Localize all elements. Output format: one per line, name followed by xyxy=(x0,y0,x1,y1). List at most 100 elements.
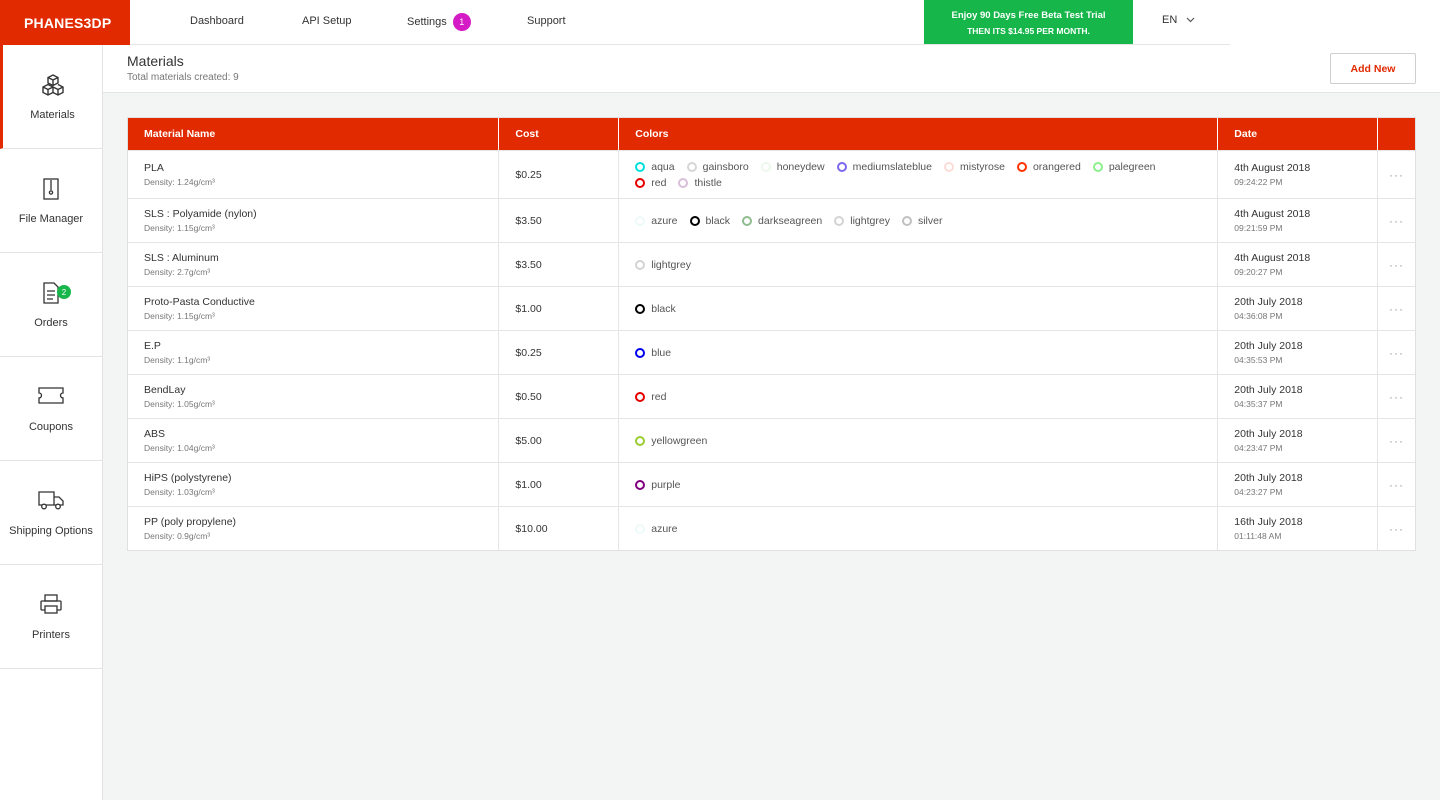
language-selector[interactable]: EN xyxy=(1162,0,1195,40)
date-cell: 20th July 2018 04:35:37 PM xyxy=(1218,375,1379,418)
row-actions-cell: ··· xyxy=(1378,507,1415,550)
date-cell: 20th July 2018 04:23:47 PM xyxy=(1218,419,1379,462)
trial-promo-banner[interactable]: Enjoy 90 Days Free Beta Test Trial THEN … xyxy=(924,0,1133,45)
created-time: 04:36:08 PM xyxy=(1234,311,1283,321)
color-chip: red xyxy=(635,391,666,403)
date-cell: 4th August 2018 09:20:27 PM xyxy=(1218,243,1379,286)
table-row[interactable]: SLS : Aluminum Density: 2.7g/cm³ $3.50 ligh… xyxy=(128,242,1415,286)
more-options-icon[interactable]: ··· xyxy=(1389,478,1404,492)
column-header-cost[interactable]: Cost xyxy=(499,118,620,150)
table-row[interactable]: SLS : Polyamide (nylon) Density: 1.15g/cm… xyxy=(128,198,1415,242)
date-cell: 20th July 2018 04:23:27 PM xyxy=(1218,463,1379,506)
color-name: orangered xyxy=(1032,160,1081,173)
created-time: 09:21:59 PM xyxy=(1234,223,1283,233)
row-actions-cell: ··· xyxy=(1378,199,1415,242)
chevron-down-icon xyxy=(1186,17,1195,23)
nav-dashboard[interactable]: Dashboard xyxy=(190,0,244,42)
sidebar-item-printers[interactable]: Printers xyxy=(0,565,102,669)
created-time: 09:20:27 PM xyxy=(1234,267,1283,277)
created-time: 04:23:47 PM xyxy=(1234,443,1283,453)
color-name: lightgrey xyxy=(850,214,890,227)
table-row[interactable]: Proto-Pasta Conductive Density: 1.15g/cm³… xyxy=(128,286,1415,330)
color-swatch-icon xyxy=(635,347,646,358)
color-name: blue xyxy=(651,346,672,359)
more-options-icon[interactable]: ··· xyxy=(1389,390,1404,404)
color-swatch-icon xyxy=(635,479,646,490)
promo-line-1: Enjoy 90 Days Free Beta Test Trial xyxy=(951,10,1106,21)
color-chip: mediumslateblue xyxy=(836,161,932,173)
add-new-button[interactable]: Add New xyxy=(1330,53,1416,84)
column-header-date[interactable]: Date xyxy=(1218,118,1379,150)
color-name: thistle xyxy=(694,176,722,189)
material-cost: $1.00 xyxy=(515,302,542,315)
material-density: Density: 1.05g/cm³ xyxy=(144,399,215,409)
color-name: lightgrey xyxy=(651,258,691,271)
nav-support[interactable]: Support xyxy=(527,0,566,42)
material-density: Density: 0.9g/cm³ xyxy=(144,531,211,541)
column-header-material-name[interactable]: Material Name xyxy=(128,118,500,150)
more-options-icon[interactable]: ··· xyxy=(1389,168,1404,182)
nav-settings-label: Settings xyxy=(407,16,447,28)
more-options-icon[interactable]: ··· xyxy=(1389,258,1404,272)
color-list: purple xyxy=(635,479,1205,491)
material-cost: $1.00 xyxy=(515,478,542,491)
material-name-cell: PLA Density: 1.24g/cm³ xyxy=(128,151,500,198)
sidebar-item-coupons[interactable]: Coupons xyxy=(0,357,102,461)
table-row[interactable]: PLA Density: 1.24g/cm³ $0.25 aqua gainsboro h… xyxy=(128,150,1415,198)
sidebar-item-shipping-options[interactable]: Shipping Options xyxy=(0,461,102,565)
promo-line-2: THEN ITS $14.95 PER MONTH. xyxy=(967,26,1090,36)
table-row[interactable]: PP (poly propylene) Density: 0.9g/cm³ $10.… xyxy=(128,506,1415,550)
table-row[interactable]: E.P Density: 1.1g/cm³ $0.25 blue 20th July 2… xyxy=(128,330,1415,374)
ticket-icon xyxy=(0,385,102,411)
sidebar-item-label: Printers xyxy=(32,629,70,641)
material-name-cell: HiPS (polystyrene) Density: 1.03g/cm³ xyxy=(128,463,500,506)
table-row[interactable]: BendLay Density: 1.05g/cm³ $0.50 red 20th Ju… xyxy=(128,374,1415,418)
created-date: 16th July 2018 xyxy=(1234,516,1303,528)
color-list: azure xyxy=(635,523,1205,535)
nav-settings[interactable]: Settings 1 xyxy=(407,1,471,43)
nav-api-setup-label: API Setup xyxy=(302,15,352,27)
row-actions-cell: ··· xyxy=(1378,243,1415,286)
color-name: azure xyxy=(651,522,678,535)
created-time: 09:24:22 PM xyxy=(1234,177,1283,187)
material-name-cell: PP (poly propylene) Density: 0.9g/cm³ xyxy=(128,507,500,550)
material-cost: $3.50 xyxy=(515,258,542,271)
colors-cell: red xyxy=(619,375,1219,418)
nav-api-setup[interactable]: API Setup xyxy=(302,0,352,42)
brand-logo[interactable]: PHANES3DP xyxy=(0,0,130,45)
date-cell: 16th July 2018 01:11:48 AM xyxy=(1218,507,1379,550)
more-options-icon[interactable]: ··· xyxy=(1389,434,1404,448)
sidebar-item-materials[interactable]: Materials xyxy=(0,45,102,149)
sidebar-item-orders[interactable]: 2 Orders xyxy=(0,253,102,357)
table-row[interactable]: HiPS (polystyrene) Density: 1.03g/cm³ $1.0… xyxy=(128,462,1415,506)
sidebar: Materials File Manager 2 Orders Coupons … xyxy=(0,45,103,800)
date-cell: 20th July 2018 04:36:08 PM xyxy=(1218,287,1379,330)
more-options-icon[interactable]: ··· xyxy=(1389,214,1404,228)
row-actions-cell: ··· xyxy=(1378,463,1415,506)
material-name: PP (poly propylene) xyxy=(144,516,237,528)
color-name: red xyxy=(651,176,667,189)
more-options-icon[interactable]: ··· xyxy=(1389,522,1404,536)
column-header-colors[interactable]: Colors xyxy=(619,118,1219,150)
color-list: black xyxy=(635,303,1205,315)
color-list: lightgrey xyxy=(635,259,1205,271)
created-date: 20th July 2018 xyxy=(1234,296,1303,308)
created-date: 4th August 2018 xyxy=(1234,162,1311,174)
material-cost: $0.50 xyxy=(515,390,542,403)
table-row[interactable]: ABS Density: 1.04g/cm³ $5.00 yellowgreen 20t… xyxy=(128,418,1415,462)
color-swatch-icon xyxy=(944,161,954,172)
color-list: blue xyxy=(635,347,1205,359)
color-chip: aqua xyxy=(635,161,675,173)
color-name: silver xyxy=(917,214,943,227)
more-options-icon[interactable]: ··· xyxy=(1389,302,1404,316)
cost-cell: $0.50 xyxy=(499,375,620,418)
color-name: black xyxy=(705,214,731,227)
colors-cell: lightgrey xyxy=(619,243,1219,286)
more-options-icon[interactable]: ··· xyxy=(1389,346,1404,360)
printer-icon xyxy=(0,593,102,619)
created-date: 20th July 2018 xyxy=(1234,340,1303,352)
page-title: Materials xyxy=(127,53,184,69)
color-chip: gainsboro xyxy=(686,161,749,173)
material-name: SLS : Polyamide (nylon) xyxy=(144,208,257,220)
sidebar-item-file-manager[interactable]: File Manager xyxy=(0,149,102,253)
